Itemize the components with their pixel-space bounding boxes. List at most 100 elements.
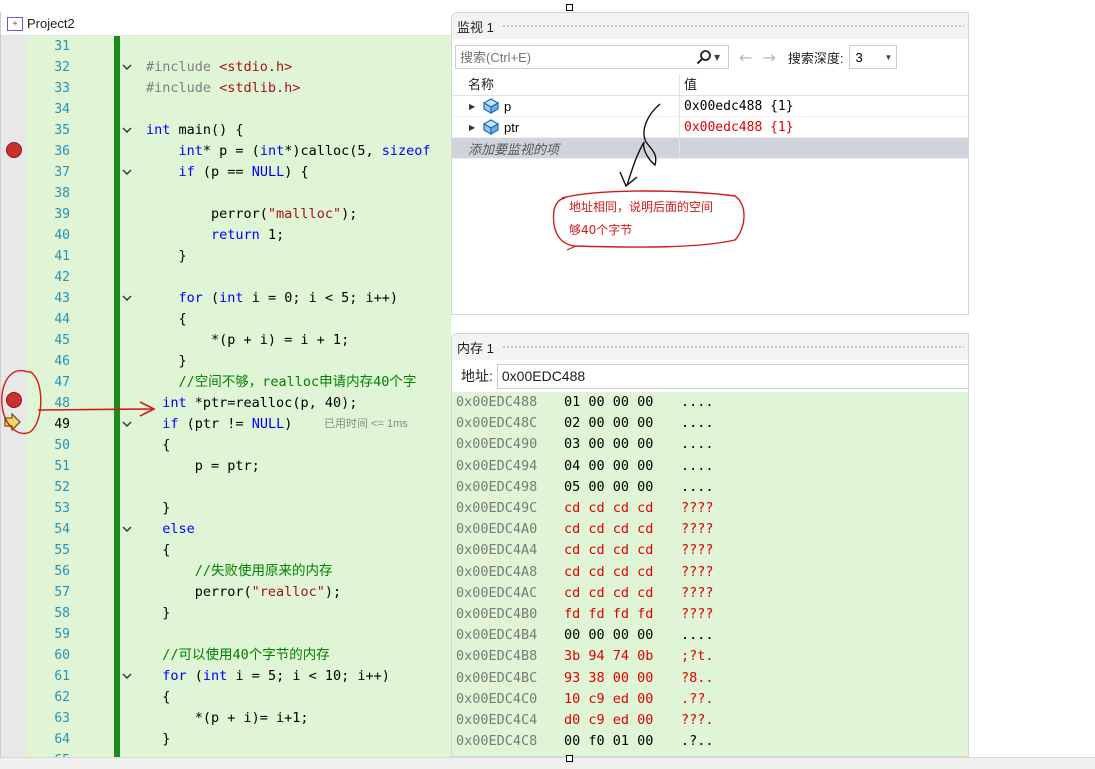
code-text[interactable]: int* p = (int*)calloc(5, sizeof <box>146 141 431 162</box>
code-text[interactable]: //可以使用40个字节的内存 <box>146 645 330 666</box>
code-line[interactable]: 57 perror("realloc"); <box>1 582 451 603</box>
memory-row[interactable]: 0x00EDC490 03 00 00 00.... <box>452 434 968 455</box>
code-text[interactable]: perror("realloc"); <box>146 582 341 603</box>
code-line[interactable]: 52 <box>1 477 451 498</box>
code-text[interactable]: if (p == NULL) { <box>146 162 309 183</box>
expand-triangle-icon[interactable]: ▶ <box>469 102 479 111</box>
breakpoint-icon[interactable] <box>6 142 22 158</box>
code-line[interactable]: 32 #include <stdio.h> <box>1 57 451 78</box>
code-line[interactable]: 36 int* p = (int*)calloc(5, sizeof <box>1 141 451 162</box>
resize-handle[interactable] <box>566 4 573 11</box>
memory-title-bar[interactable]: 内存 1 <box>452 334 968 360</box>
memory-row[interactable]: 0x00EDC498 05 00 00 00.... <box>452 477 968 498</box>
fold-chevron-icon[interactable] <box>122 671 132 681</box>
code-text[interactable]: else <box>146 519 195 540</box>
code-text[interactable]: } <box>146 603 170 624</box>
memory-row[interactable]: 0x00EDC4B4 00 00 00 00.... <box>452 625 968 646</box>
memory-bytes[interactable]: cd cd cd cd <box>564 583 653 604</box>
forward-arrow-icon[interactable]: → <box>762 48 775 67</box>
fold-chevron-icon[interactable] <box>122 62 132 72</box>
code-text[interactable]: perror("mallloc"); <box>146 204 357 225</box>
breakpoint-icon[interactable] <box>6 392 22 408</box>
memory-panel[interactable]: 内存 1 地址: 0x00EDC48801 00 00 00....0x00ED… <box>451 333 969 757</box>
code-text[interactable]: return 1; <box>146 225 284 246</box>
chevron-down-icon[interactable]: ▼ <box>714 53 724 62</box>
code-text[interactable]: for (int i = 5; i < 10; i++) <box>146 666 390 687</box>
code-line[interactable]: 58 } <box>1 603 451 624</box>
code-text[interactable]: } <box>146 246 187 267</box>
code-line[interactable]: 63 *(p + i)= i+1; <box>1 708 451 729</box>
code-text[interactable]: for (int i = 0; i < 5; i++) <box>146 288 398 309</box>
memory-bytes[interactable]: 00 00 00 00 <box>564 625 653 646</box>
memory-row[interactable]: 0x00EDC4C8 00 f0 01 00.?.. <box>452 731 968 752</box>
code-area[interactable]: 31 32 #include <stdio.h> 33 #include <stdlib… <box>1 36 451 757</box>
code-line[interactable]: 33 #include <stdlib.h> <box>1 78 451 99</box>
column-header-value[interactable]: 值 <box>680 74 968 95</box>
code-line[interactable]: 34 <box>1 99 451 120</box>
code-line[interactable]: 59 <box>1 624 451 645</box>
fold-chevron-icon[interactable] <box>122 125 132 135</box>
memory-rows[interactable]: 0x00EDC488 01 00 00 00.... 0x00EDC48C 02 00… <box>452 392 968 756</box>
code-line[interactable]: 62 { <box>1 687 451 708</box>
memory-bytes[interactable]: 04 00 00 00 <box>564 456 653 477</box>
memory-row[interactable]: 0x00EDC4B0 fd fd fd fd???? <box>452 604 968 625</box>
code-line[interactable]: 46 } <box>1 351 451 372</box>
code-line[interactable]: 50 { <box>1 435 451 456</box>
code-line[interactable]: 65 <box>1 750 451 757</box>
code-text[interactable]: { <box>146 435 170 456</box>
code-line[interactable]: 54 else <box>1 519 451 540</box>
code-text[interactable]: #include <stdio.h> <box>146 57 292 78</box>
code-line[interactable]: 42 <box>1 267 451 288</box>
memory-row[interactable]: 0x00EDC4BC 93 38 00 00 ?8.. <box>452 668 968 689</box>
memory-row[interactable]: 0x00EDC4B8 3b 94 74 0b ;?t. <box>452 646 968 667</box>
code-line[interactable]: 61 for (int i = 5; i < 10; i++) <box>1 666 451 687</box>
search-input[interactable] <box>456 49 696 65</box>
code-text[interactable]: int *ptr=realloc(p, 40); <box>146 393 357 414</box>
code-line[interactable]: 38 <box>1 183 451 204</box>
memory-bytes[interactable]: 3b 94 74 0b <box>564 646 653 667</box>
editor-tab[interactable]: + Project2 <box>1 12 451 36</box>
code-line[interactable]: 47 //空间不够，realloc申请内存40个字 <box>1 372 451 393</box>
watch-row[interactable]: ▶ p 0x00edc488 {1} <box>452 96 968 117</box>
code-text[interactable]: } <box>146 729 170 750</box>
memory-bytes[interactable]: 10 c9 ed 00 <box>564 689 653 710</box>
add-watch-row[interactable]: 添加要监视的项 <box>452 138 968 159</box>
code-line[interactable]: 55 { <box>1 540 451 561</box>
code-text[interactable]: //失败使用原来的内存 <box>146 561 333 582</box>
watch-item-value[interactable]: 0x00edc488 {1} <box>680 117 968 137</box>
column-header-name[interactable]: 名称 <box>452 74 680 95</box>
code-line[interactable]: 35 int main() { <box>1 120 451 141</box>
code-line[interactable]: 43 for (int i = 0; i < 5; i++) <box>1 288 451 309</box>
fold-chevron-icon[interactable] <box>122 419 132 429</box>
memory-row[interactable]: 0x00EDC4A8 cd cd cd cd???? <box>452 562 968 583</box>
code-text[interactable]: } <box>146 498 170 519</box>
memory-row[interactable]: 0x00EDC49C cd cd cd cd???? <box>452 498 968 519</box>
memory-row[interactable]: 0x00EDC488 01 00 00 00.... <box>452 392 968 413</box>
code-line[interactable]: 39 perror("mallloc"); <box>1 204 451 225</box>
memory-bytes[interactable]: cd cd cd cd <box>564 540 653 561</box>
code-text[interactable]: int main() { <box>146 120 244 141</box>
code-line[interactable]: 37 if (p == NULL) { <box>1 162 451 183</box>
address-input[interactable] <box>496 363 968 389</box>
code-line[interactable]: 40 return 1; <box>1 225 451 246</box>
drag-grip[interactable] <box>501 344 964 350</box>
code-text[interactable]: { <box>146 687 170 708</box>
code-line[interactable]: 56 //失败使用原来的内存 <box>1 561 451 582</box>
code-text[interactable]: *(p + i) = i + 1; <box>146 330 349 351</box>
code-editor[interactable]: + Project2 31 32 #include <stdio.h> 33 #incl… <box>0 12 451 757</box>
watch-row[interactable]: ▶ ptr 0x00edc488 {1} <box>452 117 968 138</box>
fold-chevron-icon[interactable] <box>122 167 132 177</box>
code-line[interactable]: 31 <box>1 36 451 57</box>
memory-bytes[interactable]: 93 38 00 00 <box>564 668 653 689</box>
code-text[interactable]: #include <stdlib.h> <box>146 78 300 99</box>
code-text[interactable]: { <box>146 540 170 561</box>
code-text[interactable]: *(p + i)= i+1; <box>146 708 309 729</box>
code-line[interactable]: 60 //可以使用40个字节的内存 <box>1 645 451 666</box>
memory-row[interactable]: 0x00EDC4C0 10 c9 ed 00.??. <box>452 689 968 710</box>
code-line[interactable]: 48 int *ptr=realloc(p, 40); <box>1 393 451 414</box>
memory-bytes[interactable]: cd cd cd cd <box>564 498 653 519</box>
code-text[interactable]: } <box>146 351 187 372</box>
expand-triangle-icon[interactable]: ▶ <box>469 123 479 132</box>
memory-bytes[interactable]: 00 f0 01 00 <box>564 731 653 752</box>
memory-bytes[interactable]: cd cd cd cd <box>564 562 653 583</box>
